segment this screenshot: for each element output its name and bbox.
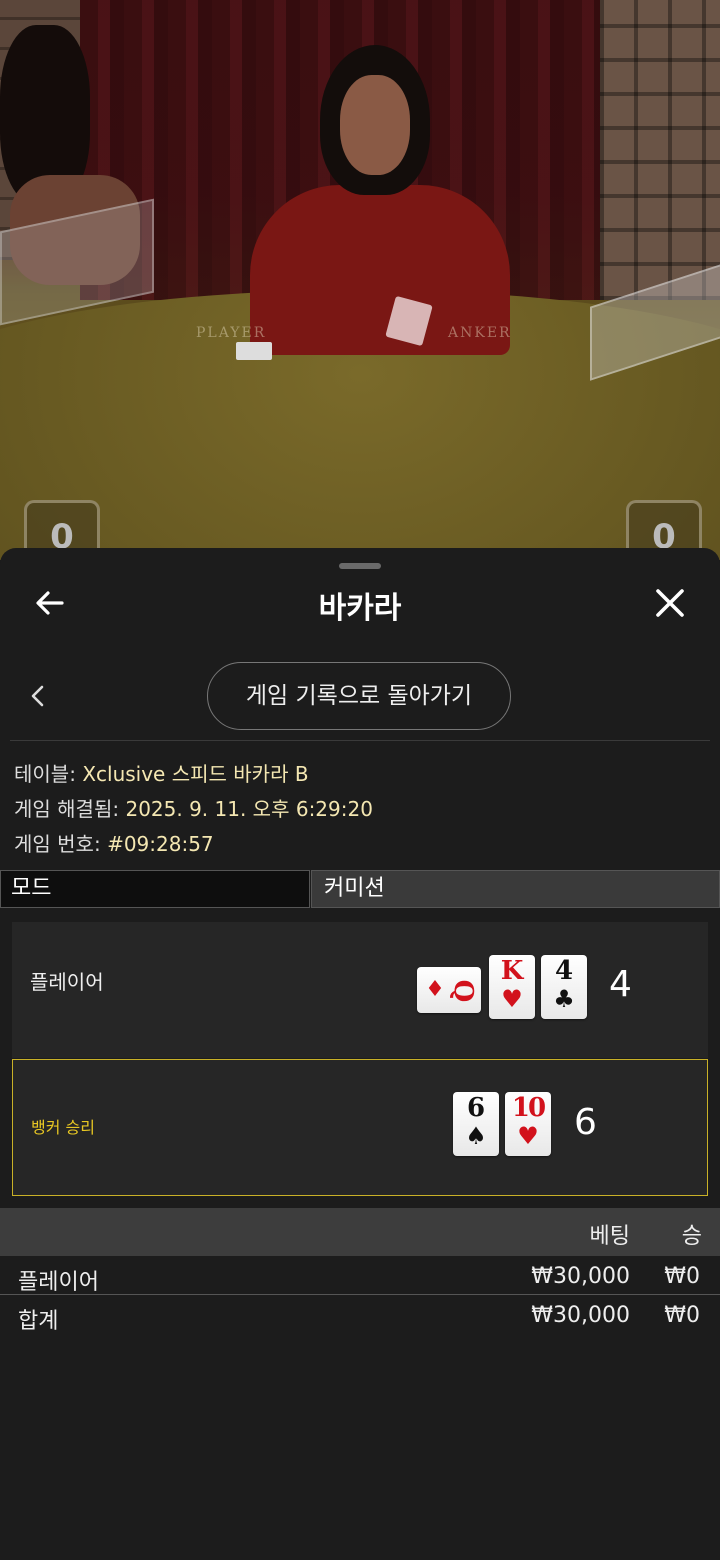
sheet-grabber[interactable] [339, 563, 381, 569]
banker-card-2: 10 ♥ [505, 1092, 551, 1156]
header-bet: 베팅 [589, 1224, 630, 1249]
total-bet: ₩30,000 [531, 1303, 630, 1328]
live-video-feed: PLAYER ANKER 0 0 [0, 0, 720, 560]
chevron-left-icon[interactable] [28, 684, 48, 708]
page-title: 바카라 [318, 591, 402, 626]
total-label: 합계 [18, 1309, 59, 1334]
tab-bar: 모드 커미션 [0, 870, 720, 910]
player-hand-panel: 플레이어 ♦ Q K ♥ 4 ♣ 4 [12, 922, 708, 1058]
tab-commission[interactable]: 커미션 [311, 870, 720, 908]
history-nav: 게임 기록으로 돌아가기 [0, 660, 720, 732]
felt-banker-text: ANKER [448, 325, 512, 341]
felt-player-text: PLAYER [196, 325, 267, 341]
info-table: 테이블: Xclusive 스피드 바카라 B [14, 762, 309, 786]
banker-total: 6 [574, 1102, 597, 1143]
game-detail-sheet: 바카라 게임 기록으로 돌아가기 테이블: Xclusive 스피드 바카라 B… [0, 548, 720, 1560]
dealer [240, 45, 520, 355]
bets-table-header: 베팅 승 [0, 1208, 720, 1256]
banker-card-1: 6 ♠ [453, 1092, 499, 1156]
player-label: 플레이어 [30, 970, 104, 994]
player-card-3: 4 ♣ [541, 955, 587, 1019]
header-win: 승 [681, 1224, 702, 1249]
divider [0, 1294, 720, 1295]
close-icon[interactable] [652, 585, 688, 621]
total-win: ₩0 [664, 1303, 700, 1328]
win-amount: ₩0 [664, 1264, 700, 1289]
back-to-history-button[interactable]: 게임 기록으로 돌아가기 [207, 662, 511, 730]
divider [10, 740, 710, 741]
player-card-2: K ♥ [489, 955, 535, 1019]
tab-mode[interactable]: 모드 [0, 870, 310, 908]
total-row: 합계 ₩30,000 ₩0 [0, 1297, 720, 1335]
sheet-header: 바카라 [0, 573, 720, 633]
player-card-1: ♦ Q [417, 967, 481, 1013]
banker-hand-panel: 뱅커 승리 6 ♠ 10 ♥ 6 [12, 1059, 708, 1196]
info-resolved: 게임 해결됨: 2025. 9. 11. 오후 6:29:20 [14, 797, 373, 821]
bet-amount: ₩30,000 [531, 1264, 630, 1289]
table-row: 플레이어 ₩30,000 ₩0 [0, 1258, 720, 1296]
bet-name: 플레이어 [18, 1270, 99, 1295]
player-total: 4 [609, 964, 632, 1005]
info-game-number: 게임 번호: #09:28:57 [14, 832, 214, 856]
table-card [236, 342, 272, 360]
lattice-panel-right [600, 0, 720, 300]
banker-win-label: 뱅커 승리 [31, 1118, 95, 1137]
